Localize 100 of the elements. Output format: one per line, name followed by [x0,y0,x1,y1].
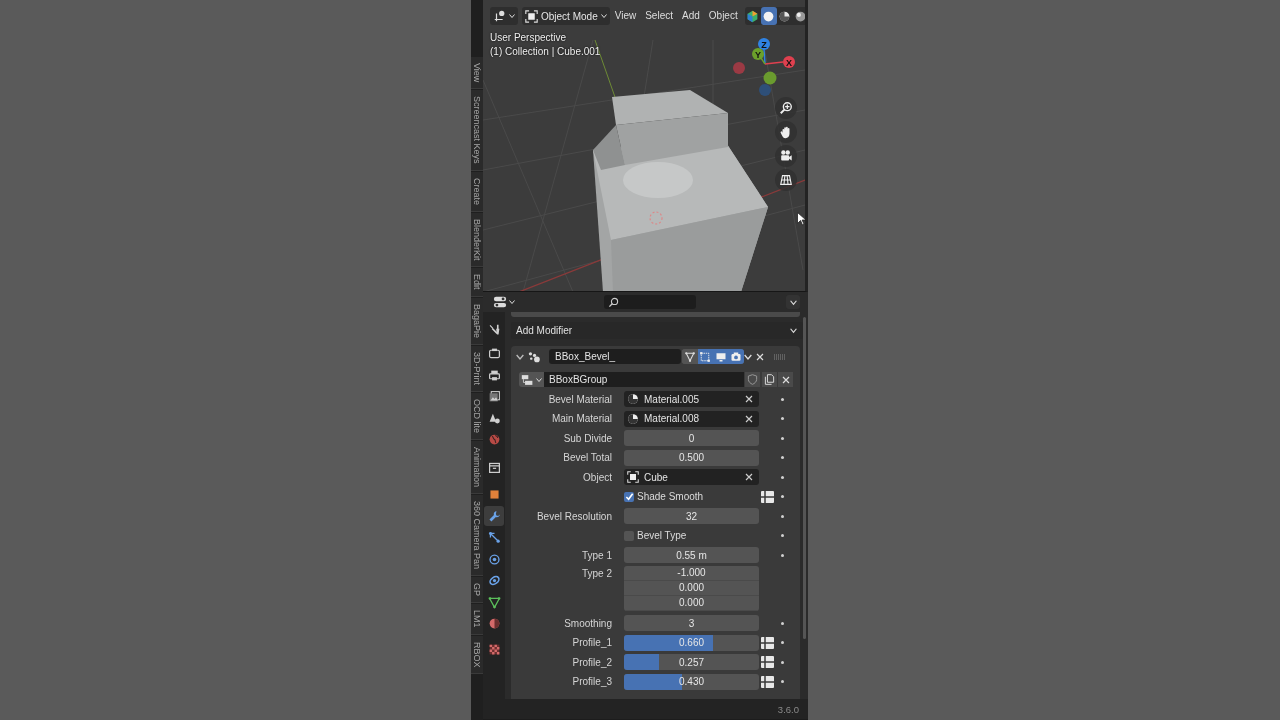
keyframe-dot[interactable] [780,553,784,557]
dropdown-button[interactable] [786,295,800,309]
number-field[interactable]: 0.55 m [624,547,759,563]
globe-icon [487,433,501,446]
keyframe-dot[interactable] [780,534,784,537]
search-field[interactable] [604,295,696,309]
sidebar-tab[interactable]: 3D-Print [471,346,483,392]
duplicate-icon [764,374,775,385]
attribute-toggle-icon[interactable] [760,636,774,649]
vertex-triangle-toggle[interactable] [682,349,698,364]
sidebar-tab[interactable]: BlenderKit [471,212,483,268]
orbit-icon [487,552,501,566]
number-field[interactable]: 32 [624,508,759,524]
material-field[interactable]: Material.005 [624,391,759,407]
sidebar-tab[interactable]: LM1 [471,604,483,635]
sidebar-tab[interactable]: Create [471,171,483,212]
axis-handle[interactable] [733,62,745,74]
caret-icon[interactable] [744,352,752,361]
menu-item[interactable]: Object [704,7,742,25]
number-field[interactable]: -1.000 [624,565,759,581]
image-stack-icon [487,390,501,403]
triangle-icon [487,595,501,609]
keyframe-dot[interactable] [780,660,784,664]
menu-item[interactable]: Add [678,7,704,25]
caret-icon [509,299,515,305]
caret-icon [536,376,542,383]
slider[interactable]: 0.660 [624,634,759,651]
number-field[interactable]: 0 [624,430,759,446]
axis-handle[interactable]: Z [758,38,770,50]
search-icon [608,296,619,308]
menu-item[interactable]: View [610,7,641,25]
sidebar-tab[interactable]: Edit [471,268,483,297]
sidebar-tab[interactable]: Screencast Keys [471,90,483,171]
keyframe-dot[interactable] [780,456,784,459]
grid-icon [779,173,793,187]
axis-handle[interactable]: X [783,56,795,68]
keyframe-dot[interactable] [780,475,784,479]
checkbox[interactable]: Bevel Type [624,530,759,541]
vertex-triangle-icon [683,350,696,363]
close-icon[interactable] [756,352,764,361]
keyframe-dot[interactable] [780,436,784,440]
solid-shading-button[interactable] [760,7,777,25]
modifier-name-field[interactable]: BBox_Bevel_ [549,349,681,364]
clear-icon[interactable] [745,414,753,423]
menu-item[interactable]: Select [641,7,677,25]
sidebar-tab[interactable]: GP [471,577,483,604]
node-group-field[interactable]: BBoxBGroup [544,372,744,387]
node-tree-icon [521,373,534,386]
material-field[interactable]: Material.008 [624,410,759,427]
keyframe-dot[interactable] [780,495,784,498]
keyframe-dot[interactable] [780,621,784,625]
field-label: Object [582,471,613,483]
monitor-toggle[interactable] [713,349,729,364]
sidebar-tab[interactable]: 360 Camera Pan [471,495,483,577]
check-icon [624,492,634,501]
attribute-toggle-icon[interactable] [760,656,774,668]
node-dots-icon [528,350,541,363]
field-label: Smoothing [563,617,613,629]
axis-handle[interactable]: Y [752,48,764,60]
object-icon [525,9,538,23]
properties-tab[interactable] [484,506,504,526]
material-sphere-icon [627,393,639,405]
field-label: Bevel Material [547,393,613,405]
scrollbar[interactable] [803,317,806,639]
editor-type-button[interactable] [490,7,518,25]
sidebar-tab[interactable]: BagaPie [471,297,483,345]
sidebar-tab[interactable]: OCD lite [471,393,483,440]
axis-handle[interactable] [759,84,771,96]
drag-handle-icon[interactable] [774,353,785,360]
hand-icon [779,125,793,139]
checkbox[interactable]: Shade Smooth [624,491,759,502]
keyframe-dot[interactable] [780,514,784,518]
axis-handle[interactable] [763,71,777,85]
keyframe-dot[interactable] [780,641,784,644]
duplicate-button[interactable] [762,372,777,387]
monitor-icon [714,350,727,363]
caret-icon[interactable] [516,352,524,361]
clear-icon[interactable] [745,473,753,481]
number-field[interactable]: 0.500 [624,449,759,466]
rendered-shading-icon [794,9,805,23]
attribute-toggle-icon[interactable] [760,675,774,688]
close-button[interactable] [778,372,793,387]
sidebar-tab[interactable]: RBOX [471,635,483,675]
number-field[interactable]: 3 [624,615,759,631]
version-text: 3.6.0 [777,703,799,715]
sidebar-tab[interactable]: View [471,57,483,90]
node-tree-button[interactable] [519,372,544,387]
fake-user-button[interactable] [745,372,760,387]
keyframe-dot[interactable] [780,397,784,401]
vertex-square-icon [699,350,712,363]
sidebar-tab[interactable]: Animation [471,441,483,495]
add-modifier-dropdown[interactable]: Add Modifier [511,322,803,339]
clear-icon[interactable] [745,395,753,403]
attribute-toggle-icon[interactable] [760,490,774,503]
object-field[interactable]: Cube [624,469,759,485]
mode-dropdown[interactable]: Object Mode [522,7,610,25]
viewport-info-text: (1) Collection | Cube.001 [490,46,601,58]
keyframe-dot[interactable] [780,680,784,683]
keyframe-dot[interactable] [780,417,784,420]
slider[interactable]: 0.257 [624,654,759,670]
